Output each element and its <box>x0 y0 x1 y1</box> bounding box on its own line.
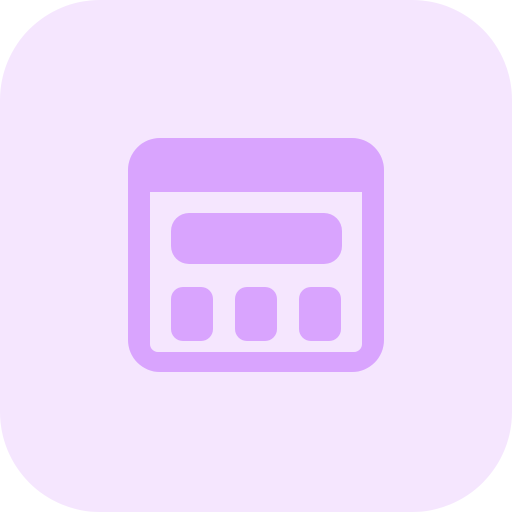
content-card-1 <box>171 287 213 341</box>
app-icon-tile <box>0 0 512 512</box>
content-card-2 <box>235 287 277 341</box>
browser-layout-icon <box>128 138 384 372</box>
content-card-3 <box>299 287 341 341</box>
header-block <box>171 213 342 264</box>
